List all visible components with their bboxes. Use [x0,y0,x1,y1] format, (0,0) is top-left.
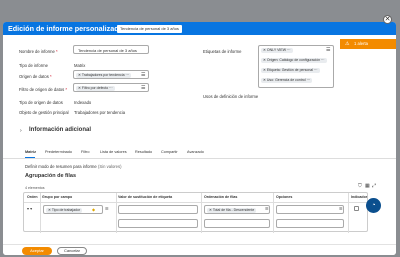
header-bar: Edición de informe personalizado Tendenc… [3,22,396,35]
tab-value-list[interactable]: Lista de valores [100,150,127,154]
tags-label: Etiquetas de informe [203,49,242,54]
additional-info-heading[interactable]: Información adicional [29,127,91,133]
type-label: Tipo de informe [19,63,48,68]
col-row-sort: Ordenación de filas [204,195,238,199]
row-reorder-icon[interactable]: ▾ ▾ [27,206,32,211]
col-divider [273,193,274,233]
filter-pill[interactable]: ✕ Filtro por defecto ⋯ [76,85,115,91]
source-type-value: Indexado [74,100,92,105]
tag-pill[interactable]: ✕ Uso: Gerencia de control ⋯ [261,78,313,83]
close-icon[interactable]: ✕ [383,15,392,24]
list-icon[interactable]: ☰ [105,206,109,211]
col-divider [348,193,349,233]
list-icon[interactable]: ☰ [265,206,269,211]
accept-button[interactable]: Aceptar [22,246,52,255]
indicator-checkbox[interactable] [354,206,359,211]
cancel-button[interactable]: Cancelar [57,246,87,255]
group-field-input[interactable]: ✕ Tipo de trabajador ◆ [43,205,103,214]
filter-field[interactable]: ✕ Filtro por defecto ⋯ ☰ [73,83,149,92]
primary-object-value: Trabajadores por tendencia [74,110,126,115]
tab-share[interactable]: Compartir [161,150,178,154]
label-override-input[interactable] [118,205,198,214]
row-grouping-table: Orden Grupo por campo Valor de sustituci… [23,192,368,233]
row-sort-pill[interactable]: ✕ Total de fila - Descendente [207,207,257,213]
summary-mode-label: Definir modo de resumen para informe [25,164,97,169]
name-label: Nombre de informe * [19,49,58,54]
tab-advanced[interactable]: Avanzado [187,150,204,154]
active-tab-indicator [25,157,35,158]
header-divider [24,202,367,203]
tab-bar: Matriz Predeterminado Filtro Lista de va… [3,147,396,159]
col-options: Opciones [276,195,293,199]
label-override-input[interactable] [118,219,198,228]
tab-matrix[interactable]: Matriz [25,150,36,154]
tab-filter[interactable]: Filtro [81,150,89,154]
group-field-pill[interactable]: ✕ Tipo de trabajador [46,207,83,213]
source-pill[interactable]: ✕ Trabajadores por tendencia ⋯ [76,72,132,78]
tag-pill[interactable]: ✕ Etiqueta: Gestión de personal ⋯ [261,68,320,73]
filter-icon[interactable]: ⛉ [358,184,362,189]
tab-default[interactable]: Predeterminado [45,150,72,154]
alert-banner[interactable]: ⚠ 1 alerta [340,39,396,49]
summary-mode-value: (Sin valores) [98,164,122,169]
col-divider [201,193,202,233]
row-sort-select[interactable]: ✕ Total de fila - Descendente [204,205,270,214]
report-editor-window: Edición de informe personalizado Tendenc… [3,22,396,255]
options-select[interactable] [276,205,344,214]
primary-object-label: Objeto de gestión principal [19,110,69,115]
list-icon[interactable]: ☰ [141,72,145,78]
list-icon[interactable]: ☰ [339,206,343,211]
source-field[interactable]: ✕ Trabajadores por tendencia ⋯ ☰ [73,70,149,79]
help-chat-icon[interactable]: ◔ [366,198,381,213]
prompt-icon[interactable]: ◆ [92,207,95,212]
filter-label: Filtro de origen de datos * [19,87,67,92]
col-divider [40,193,41,233]
fullscreen-icon[interactable]: ⤢ [372,184,376,189]
col-group-field: Grupo por campo [42,195,73,199]
item-count: 4 elementos [25,186,45,190]
col-divider [116,193,117,233]
tag-pill[interactable]: ✕ ONLY VIEW ⋯ [261,48,293,53]
tags-field[interactable]: ✕ ONLY VIEW ⋯ ✕ Origen: Catálogo de conf… [258,45,334,88]
alert-label: 1 alerta [354,41,368,46]
report-name-value: Tendencia de personal de 3 años [78,48,137,53]
footer-bar: Aceptar Cancelar [3,244,396,255]
grid-view-icon[interactable]: ▦ [365,184,370,189]
tag-pill[interactable]: ✕ Origen: Catálogo de configuración ⋯ [261,58,327,63]
chevron-right-icon[interactable]: › [20,128,22,134]
col-order: Orden [27,195,38,199]
source-type-label: Tipo de origen de datos [19,100,63,105]
definition-uses-label: Usos de definición de informe [203,94,259,99]
tab-result[interactable]: Resultado [135,150,152,154]
list-icon[interactable]: ☰ [326,48,330,53]
col-indicator: Indicador [351,195,368,199]
type-value: Matrix [74,63,86,68]
row-grouping-heading: Agrupación de filas [25,173,77,179]
page-title: Edición de informe personalizado [8,24,124,33]
report-name-tag: Tendencia de personal de 3 años [117,25,182,33]
row-sort-select[interactable] [204,219,270,228]
list-icon[interactable]: ☰ [141,85,145,91]
warning-icon: ⚠ [345,41,350,47]
source-label: Origen de datos * [19,74,52,79]
col-label-override: Valor de sustitución de etiqueta [118,195,173,199]
report-name-input[interactable]: Tendencia de personal de 3 años [73,45,149,54]
options-select[interactable] [276,219,344,228]
